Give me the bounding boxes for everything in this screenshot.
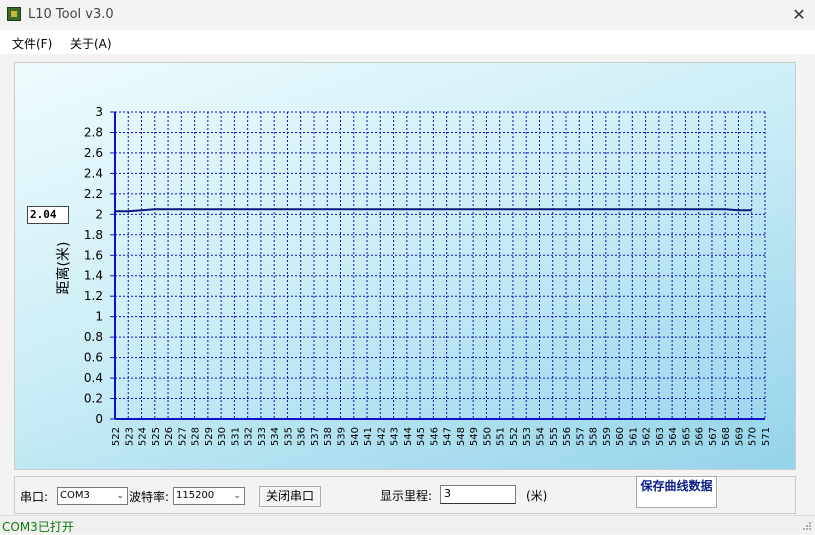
x-tick-label: 562 xyxy=(642,427,653,446)
y-tick-label: 2 xyxy=(95,207,103,221)
resize-grip-icon[interactable] xyxy=(802,521,812,531)
x-tick-label: 548 xyxy=(456,427,467,446)
x-tick-label: 564 xyxy=(668,427,679,446)
x-tick-label: 536 xyxy=(297,427,308,446)
x-tick-label: 567 xyxy=(708,427,719,446)
menu-about[interactable]: 关于(A) xyxy=(70,35,112,52)
y-tick-label: 0 xyxy=(95,412,103,426)
x-tick-label: 530 xyxy=(217,427,228,446)
chevron-down-icon: ⌄ xyxy=(233,491,241,501)
x-tick-label: 534 xyxy=(270,427,281,446)
chart-panel: 0 0.2 0.4 0.6 0.8 1 1.2 1.4 1.6 1.8 2 2.2 2.4 2.6 2.8 3… xyxy=(14,62,796,470)
series-line xyxy=(115,208,752,213)
y-tick-label: 3 xyxy=(95,105,103,119)
x-tick-label: 560 xyxy=(615,427,626,446)
port-select-value: COM3 xyxy=(60,490,90,501)
x-tick-label: 538 xyxy=(323,427,334,446)
y-axis-label: 距离(米) xyxy=(56,241,72,295)
y-tick-label: 0.2 xyxy=(84,392,103,406)
x-tick-label: 529 xyxy=(204,427,215,446)
port-label: 串口: xyxy=(20,490,49,504)
x-tick-label: 522 xyxy=(111,427,122,446)
x-tick-label: 553 xyxy=(522,427,533,446)
x-tick-label: 565 xyxy=(681,427,692,446)
close-port-button[interactable]: 关闭串口 xyxy=(259,486,321,507)
x-tick-label: 570 xyxy=(748,427,759,446)
x-tick-label: 539 xyxy=(337,427,348,446)
x-tick-label: 533 xyxy=(257,427,268,446)
x-tick-label: 546 xyxy=(429,427,440,446)
x-tick-label: 541 xyxy=(363,427,374,446)
baud-select-value: 115200 xyxy=(176,490,215,501)
x-tick-label: 523 xyxy=(124,427,135,446)
x-tick-label: 545 xyxy=(416,427,427,446)
y-tick-label: 2.8 xyxy=(84,125,103,139)
y-tick-label: 1.6 xyxy=(84,248,103,262)
y-tick-label: 0.4 xyxy=(84,371,103,385)
x-tick-label: 525 xyxy=(151,427,162,446)
range-unit: (米) xyxy=(526,489,548,503)
x-tick-label: 552 xyxy=(509,427,520,446)
x-tick-label: 569 xyxy=(734,427,745,446)
menu-file[interactable]: 文件(F) xyxy=(12,35,52,52)
window-title: L10 Tool v3.0 xyxy=(28,7,114,22)
x-tick-label: 550 xyxy=(482,427,493,446)
y-tick-label: 0.6 xyxy=(84,351,103,365)
y-tick-label: 2.4 xyxy=(84,166,103,180)
baud-select[interactable]: 115200 ⌄ xyxy=(173,487,245,505)
y-tick-label: 0.8 xyxy=(84,330,103,344)
x-tick-label: 531 xyxy=(230,427,241,446)
x-tick-label: 543 xyxy=(390,427,401,446)
port-select[interactable]: COM3 ⌄ xyxy=(57,487,128,505)
save-curve-button[interactable]: 保存曲线数据 xyxy=(636,476,717,508)
x-tick-label: 524 xyxy=(138,427,149,446)
x-tick-label: 554 xyxy=(535,427,546,446)
x-tick-label: 566 xyxy=(695,427,706,446)
close-button[interactable]: ✕ xyxy=(783,0,815,30)
status-bar: COM3已打开 xyxy=(0,515,815,534)
x-tick-label: 526 xyxy=(164,427,175,446)
x-tick-label: 528 xyxy=(191,427,202,446)
x-tick-label: 556 xyxy=(562,427,573,446)
status-text: COM3已打开 xyxy=(2,520,74,534)
x-tick-label: 558 xyxy=(589,427,600,446)
title-bar: L10 Tool v3.0 ✕ xyxy=(0,0,815,30)
baud-label: 波特率: xyxy=(129,490,170,504)
y-tick-label: 1.4 xyxy=(84,269,103,283)
x-tick-label: 559 xyxy=(602,427,613,446)
y-tick-label: 2.6 xyxy=(84,146,103,160)
chevron-down-icon: ⌄ xyxy=(116,491,124,501)
x-tick-label: 568 xyxy=(721,427,732,446)
x-tick-label: 544 xyxy=(403,427,414,446)
x-tick-label: 535 xyxy=(283,427,294,446)
x-tick-label: 571 xyxy=(761,427,772,446)
x-tick-label: 532 xyxy=(244,427,255,446)
x-tick-label: 549 xyxy=(469,427,480,446)
x-tick-label: 547 xyxy=(443,427,454,446)
x-tick-label: 563 xyxy=(655,427,666,446)
x-tick-label: 551 xyxy=(496,427,507,446)
y-tick-label: 2.2 xyxy=(84,187,103,201)
x-tick-label: 527 xyxy=(177,427,188,446)
range-input[interactable]: 3 xyxy=(440,485,516,504)
x-tick-label: 555 xyxy=(549,427,560,446)
x-tick-label: 542 xyxy=(376,427,387,446)
distance-chart: 0 0.2 0.4 0.6 0.8 1 1.2 1.4 1.6 1.8 2 2.2 2.4 2.6 2.8 3… xyxy=(84,105,772,446)
app-icon xyxy=(7,7,21,21)
y-tick-label: 1.8 xyxy=(84,228,103,242)
x-tick-label: 540 xyxy=(350,427,361,446)
range-label: 显示里程: xyxy=(380,489,433,503)
x-tick-label: 561 xyxy=(628,427,639,446)
y-tick-label: 1.2 xyxy=(84,289,103,303)
y-tick-label: 1 xyxy=(95,310,103,324)
x-tick-label: 557 xyxy=(575,427,586,446)
current-value-display: 2.04 xyxy=(27,206,69,224)
menu-bar: 文件(F) 关于(A) xyxy=(0,30,815,54)
x-tick-label: 537 xyxy=(310,427,321,446)
